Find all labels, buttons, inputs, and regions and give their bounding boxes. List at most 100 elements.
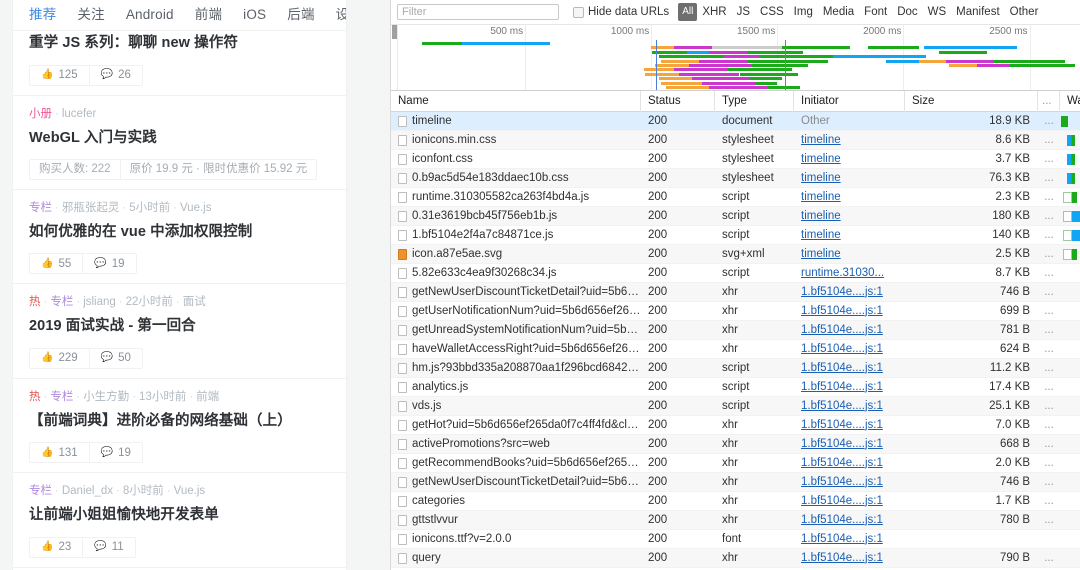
initiator-link[interactable]: 1.bf5104e....js:1 [801, 343, 883, 355]
cell-initiator[interactable]: 1.bf5104e....js:1 [794, 397, 905, 416]
table-row[interactable]: iconfont.css 200 stylesheet timeline 3.7 KB.… [391, 150, 1080, 169]
table-row[interactable]: getUserNotificationNum?uid=5b6d656ef265.… [391, 302, 1080, 321]
initiator-link[interactable]: 1.bf5104e....js:1 [801, 324, 883, 336]
cell-initiator[interactable]: timeline [794, 188, 905, 207]
cell-name[interactable]: getUnreadSystemNotificationNum?uid=5b6..… [391, 321, 641, 340]
cell-name[interactable]: getUserNotificationNum?uid=5b6d656ef265.… [391, 302, 641, 321]
comment-button[interactable]: 💬 19 [82, 254, 135, 273]
type-filter-ws[interactable]: WS [923, 4, 952, 20]
like-button[interactable]: 👍 229 [30, 349, 89, 368]
tab-android[interactable]: Android [126, 0, 174, 30]
article-title[interactable]: 【前端词典】进阶必备的网络基础（上） [29, 411, 330, 432]
type-filter-font[interactable]: Font [859, 4, 892, 20]
table-row[interactable]: getNewUserDiscountTicketDetail?uid=5b6d6… [391, 283, 1080, 302]
cell-initiator[interactable]: 1.bf5104e....js:1 [794, 416, 905, 435]
article-title[interactable]: 让前端小姐姐愉快地开发表单 [29, 505, 330, 526]
comment-button[interactable]: 💬 11 [82, 537, 134, 557]
cell-initiator[interactable]: timeline [794, 131, 905, 150]
initiator-link[interactable]: 1.bf5104e....js:1 [801, 400, 883, 412]
cell-initiator[interactable]: 1.bf5104e....js:1 [794, 302, 905, 321]
cell-initiator[interactable]: 1.bf5104e....js:1 [794, 530, 905, 549]
cell-initiator[interactable]: 1.bf5104e....js:1 [794, 359, 905, 378]
initiator-link[interactable]: 1.bf5104e....js:1 [801, 305, 883, 317]
cell-initiator[interactable]: 1.bf5104e....js:1 [794, 435, 905, 454]
cell-name[interactable]: haveWalletAccessRight?uid=5b6d656ef265d.… [391, 340, 641, 359]
request-table-header[interactable]: Name Status Type Initiator Size ... Wate [391, 90, 1080, 112]
table-row[interactable]: getUnreadSystemNotificationNum?uid=5b6..… [391, 321, 1080, 340]
cell-name[interactable]: vds.js [391, 397, 641, 416]
type-filter-other[interactable]: Other [1005, 4, 1044, 20]
table-row[interactable]: gttstlvvur 200 xhr 1.bf5104e....js:1 780 B..… [391, 511, 1080, 530]
cell-name[interactable]: icon.a87e5ae.svg [391, 245, 641, 264]
table-row[interactable]: vds.js 200 script 1.bf5104e....js:1 25.1 KB.… [391, 397, 1080, 416]
meta-tag[interactable]: 专栏 [29, 485, 52, 497]
cell-initiator[interactable]: timeline [794, 169, 905, 188]
cell-initiator[interactable]: timeline [794, 150, 905, 169]
meta-tag[interactable]: 小册 [29, 108, 52, 120]
table-row[interactable]: 5.82e633c4ea9f30268c34.js 200 script runtim… [391, 264, 1080, 283]
list-item[interactable]: 专栏 · 邪瓶张起灵 · 5小时前 · Vue.js 如何优雅的在 vue 中添加权限控制 … [13, 190, 346, 284]
initiator-link[interactable]: runtime.31030... [801, 267, 884, 279]
initiator-link[interactable]: 1.bf5104e....js:1 [801, 495, 883, 507]
table-row[interactable]: getHot?uid=5b6d656ef265da0f7c4ff4fd&clie… [391, 416, 1080, 435]
initiator-link[interactable]: 1.bf5104e....js:1 [801, 381, 883, 393]
article-title[interactable]: 重学 JS 系列：聊聊 new 操作符 [29, 33, 330, 54]
meta-author[interactable]: jsliang [83, 296, 116, 308]
meta-tag[interactable]: 专栏 [50, 391, 73, 403]
cell-initiator[interactable]: timeline [794, 245, 905, 264]
cell-name[interactable]: getHot?uid=5b6d656ef265da0f7c4ff4fd&clie… [391, 416, 641, 435]
type-filter-media[interactable]: Media [818, 4, 859, 20]
filter-input[interactable] [397, 4, 559, 20]
table-row[interactable]: runtime.310305582ca263f4bd4a.js 200 script… [391, 188, 1080, 207]
cell-initiator[interactable]: runtime.31030... [794, 264, 905, 283]
cell-initiator[interactable]: 1.bf5104e....js:1 [794, 454, 905, 473]
like-button[interactable]: 👍 23 [30, 538, 82, 557]
tab-frontend[interactable]: 前端 [195, 0, 222, 30]
cell-name[interactable]: 1.bf5104e2f4a7c84871ce.js [391, 226, 641, 245]
type-filter-xhr[interactable]: XHR [697, 4, 731, 20]
table-row[interactable]: 1.bf5104e2f4a7c84871ce.js 200 script timeli… [391, 226, 1080, 245]
column-header-size[interactable]: Size [905, 90, 1038, 112]
cell-name[interactable]: getNewUserDiscountTicketDetail?uid=5b6d6… [391, 473, 641, 492]
cell-name[interactable]: iconfont.css [391, 150, 641, 169]
cell-initiator[interactable]: 1.bf5104e....js:1 [794, 473, 905, 492]
comment-button[interactable]: 💬 19 [88, 443, 142, 462]
meta-category[interactable]: Vue.js [174, 485, 206, 497]
list-item[interactable]: 小册 · lucefer WebGL 入门与实践 购买人数: 222 原价 19.9… [13, 96, 346, 190]
table-row[interactable]: activePromotions?src=web 200 xhr 1.bf5104e.… [391, 435, 1080, 454]
cell-name[interactable]: hm.js?93bbd335a208870aa1f296bcd6842e5e [391, 359, 641, 378]
cell-name[interactable]: ionicons.ttf?v=2.0.0 [391, 530, 641, 549]
initiator-link[interactable]: timeline [801, 172, 841, 184]
table-row[interactable]: hm.js?93bbd335a208870aa1f296bcd6842e5e 20… [391, 359, 1080, 378]
tab-design[interactable]: 设计 [336, 0, 346, 30]
hide-data-urls-toggle[interactable]: Hide data URLs [573, 6, 669, 18]
table-row[interactable]: icon.a87e5ae.svg 200 svg+xml timeline 2.5 KB… [391, 245, 1080, 264]
initiator-link[interactable]: timeline [801, 248, 841, 260]
like-button[interactable]: 👍 125 [30, 66, 89, 85]
type-filter-css[interactable]: CSS [755, 4, 789, 20]
initiator-link[interactable]: 1.bf5104e....js:1 [801, 533, 883, 545]
table-row[interactable]: timeline 200 document Other 18.9 KB... [391, 112, 1080, 131]
comment-button[interactable]: 💬 50 [88, 348, 142, 368]
initiator-link[interactable]: 1.bf5104e....js:1 [801, 286, 883, 298]
column-header-name[interactable]: Name [391, 90, 641, 112]
cell-name[interactable]: ionicons.min.css [391, 131, 641, 150]
initiator-link[interactable]: timeline [801, 134, 841, 146]
request-table-body[interactable]: timeline 200 document Other 18.9 KB... ionico… [391, 112, 1080, 570]
column-header-status[interactable]: Status [641, 90, 715, 112]
cell-name[interactable]: getRecommendBooks?uid=5b6d656ef265da... [391, 454, 641, 473]
cell-name[interactable]: getNewUserDiscountTicketDetail?uid=5b6d6… [391, 283, 641, 302]
table-row[interactable]: 0.b9ac5d54e183ddaec10b.css 200 stylesheet t… [391, 169, 1080, 188]
article-title[interactable]: 2019 面试实战 - 第一回合 [29, 316, 330, 337]
network-timeline-overview[interactable]: 500 ms 1000 ms 1500 ms 2000 ms 2500 ms [391, 25, 1080, 91]
cell-name[interactable]: gttstlvvur [391, 511, 641, 530]
meta-tag[interactable]: 专栏 [29, 202, 52, 214]
cell-name[interactable]: analytics.js [391, 378, 641, 397]
list-item[interactable]: 重学 JS 系列：聊聊 new 操作符 👍 125 💬 26 [13, 31, 346, 96]
cell-name[interactable]: timeline [391, 112, 641, 131]
table-row[interactable]: haveWalletAccessRight?uid=5b6d656ef265d.… [391, 340, 1080, 359]
table-row[interactable]: getRecommendBooks?uid=5b6d656ef265da... 2… [391, 454, 1080, 473]
cell-name[interactable]: categories [391, 492, 641, 511]
type-filter-js[interactable]: JS [732, 4, 755, 20]
table-row[interactable]: ionicons.ttf?v=2.0.0 200 font 1.bf5104e....… [391, 530, 1080, 549]
